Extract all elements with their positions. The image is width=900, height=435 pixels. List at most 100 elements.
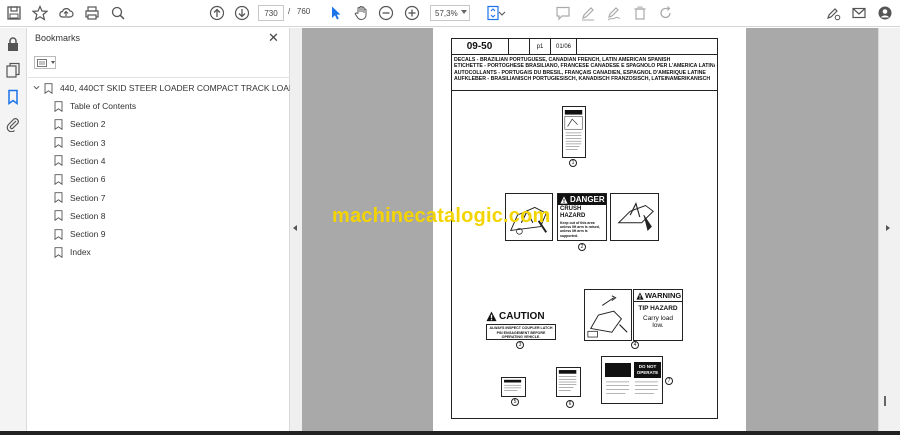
bookmark-item[interactable]: Table of Contents	[54, 99, 136, 113]
decal-2-right-pictogram	[610, 193, 659, 241]
callout-7: 7	[665, 377, 673, 385]
tag-lines-icon	[606, 381, 658, 394]
small-warning-decal-icon	[564, 110, 583, 150]
bookmark-root[interactable]: 440, 440CT SKID STEER LOADER COMPACT TRA…	[44, 81, 307, 95]
bookmark-item[interactable]: Section 9	[54, 227, 105, 241]
bookmark-label: 440, 440CT SKID STEER LOADER COMPACT TRA…	[60, 83, 307, 93]
crush-hazard-title: CRUSH HAZARD	[560, 206, 586, 219]
chevron-down-icon[interactable]	[461, 10, 467, 14]
attachment-paperclip-icon[interactable]	[5, 116, 21, 133]
decal-5-label	[501, 377, 526, 397]
tip-hazard-pictogram-icon	[587, 295, 628, 338]
callout-4: 4	[631, 341, 639, 349]
select-cursor-icon[interactable]	[327, 4, 345, 22]
decal-4-tip-pictogram	[584, 289, 632, 341]
print-icon[interactable]	[83, 4, 101, 22]
bookmark-icon	[54, 137, 63, 149]
account-icon[interactable]	[876, 4, 894, 22]
caution-text: ALWAYS INSPECT COUPLER LATCH PIN ENGAGEM…	[486, 324, 556, 340]
bookmark-icon	[54, 247, 63, 258]
bookmark-options-button[interactable]	[34, 56, 56, 69]
mail-icon[interactable]	[850, 4, 868, 22]
bookmark-item[interactable]: Section 4	[54, 154, 105, 168]
description-block: DECALS - BRAZILIAN PORTUGUESE, CANADIAN …	[451, 55, 718, 91]
zoom-search-icon[interactable]	[109, 4, 127, 22]
bookmark-icon	[54, 228, 63, 240]
header-row-border	[451, 38, 718, 55]
close-panel-button[interactable]: ✕	[268, 31, 279, 44]
bookmark-item[interactable]: Section 2	[54, 117, 105, 131]
small-warning-label-icon	[558, 370, 577, 391]
page-number-input[interactable]: 730	[258, 5, 284, 21]
tip-hazard-title: TIP HAZARD	[638, 305, 678, 312]
decal-4-warning-label: WARNING TIP HAZARD Carry load low.	[633, 289, 683, 341]
decal-1-illustration	[562, 106, 586, 158]
bookmark-item[interactable]: Index	[54, 245, 91, 259]
callout-5: 5	[511, 398, 519, 406]
bookmark-label: Section 2	[70, 119, 106, 130]
bookmarks-panel-icon[interactable]	[5, 89, 21, 105]
vertical-scrollbar[interactable]	[878, 28, 900, 435]
navigation-rail	[0, 28, 27, 435]
warning-triangle-icon	[486, 310, 497, 321]
taskbar-edge	[0, 431, 900, 435]
decal-6-label	[556, 367, 581, 397]
share-link-icon[interactable]	[824, 4, 842, 22]
draw-sign-icon[interactable]	[605, 4, 623, 22]
list-options-icon	[37, 58, 47, 67]
bookmark-item[interactable]: Section 7	[54, 191, 105, 205]
crush-hazard-text: Keep out of this area unless lift arm is…	[560, 221, 600, 238]
panel-splitter[interactable]	[290, 28, 302, 435]
callout-3: 3	[516, 341, 524, 349]
chevron-down-icon	[51, 61, 55, 64]
scrollbar-thumb[interactable]	[884, 396, 886, 406]
bookmark-label: Table of Contents	[70, 101, 137, 111]
fit-options-chevron-icon[interactable]	[498, 4, 506, 22]
bookmark-label: Section 6	[70, 174, 106, 185]
warning-triangle-icon	[636, 291, 644, 300]
upload-cloud-icon[interactable]	[57, 4, 75, 22]
bookmark-label: Section 7	[70, 192, 106, 203]
warning-header: WARNING	[634, 290, 682, 302]
page-total-label: / 760	[288, 7, 311, 16]
collapse-panel-arrow-icon[interactable]	[293, 225, 297, 231]
save-icon[interactable]	[5, 4, 23, 22]
small-warning-label-icon	[504, 379, 522, 391]
bookmark-icon	[54, 155, 63, 167]
bookmark-label: Section 8	[70, 210, 106, 221]
trash-icon[interactable]	[631, 4, 649, 22]
bookmark-label: Section 3	[70, 137, 106, 148]
bookmark-icon	[54, 192, 63, 203]
bookmark-label: Section 9	[70, 229, 106, 240]
bookmark-item[interactable]: Section 8	[54, 209, 105, 223]
zoom-in-icon[interactable]	[403, 4, 421, 22]
decal-7-tag: DO NOT OPERATE	[601, 356, 663, 404]
bookmark-icon	[54, 100, 63, 112]
redo-icon[interactable]	[657, 4, 675, 22]
callout-6: 6	[566, 400, 574, 408]
expand-right-panel-arrow-icon[interactable]	[886, 225, 890, 231]
tip-hazard-text: Carry load low.	[643, 315, 673, 329]
bookmark-icon	[54, 119, 63, 130]
zoom-out-icon[interactable]	[377, 4, 395, 22]
hand-tool-icon[interactable]	[352, 4, 370, 22]
pdf-viewer-window: 730 / 760 57,3% Bookmarks ✕ 440, 440CT S…	[0, 0, 900, 435]
danger-header: DANGER	[558, 194, 606, 205]
panel-divider	[28, 77, 290, 78]
pen-highlight-icon[interactable]	[579, 4, 597, 22]
callout-2: 2	[578, 243, 586, 251]
pages-thumbnails-icon[interactable]	[5, 62, 21, 78]
bookmark-item[interactable]: Section 3	[54, 136, 105, 150]
bookmark-star-icon[interactable]	[31, 4, 49, 22]
collapse-chevron-icon[interactable]	[33, 84, 40, 93]
bookmark-label: Section 4	[70, 155, 106, 166]
next-page-icon[interactable]	[233, 4, 251, 22]
panel-title: Bookmarks	[35, 33, 81, 43]
main-toolbar: 730 / 760 57,3%	[0, 0, 900, 27]
previous-page-icon[interactable]	[208, 4, 226, 22]
comment-icon[interactable]	[554, 4, 572, 22]
lock-icon[interactable]	[5, 36, 21, 52]
bookmark-icon	[54, 210, 63, 222]
watermark-text: machinecatalogic.com	[332, 205, 551, 227]
bookmark-item[interactable]: Section 6	[54, 172, 105, 186]
